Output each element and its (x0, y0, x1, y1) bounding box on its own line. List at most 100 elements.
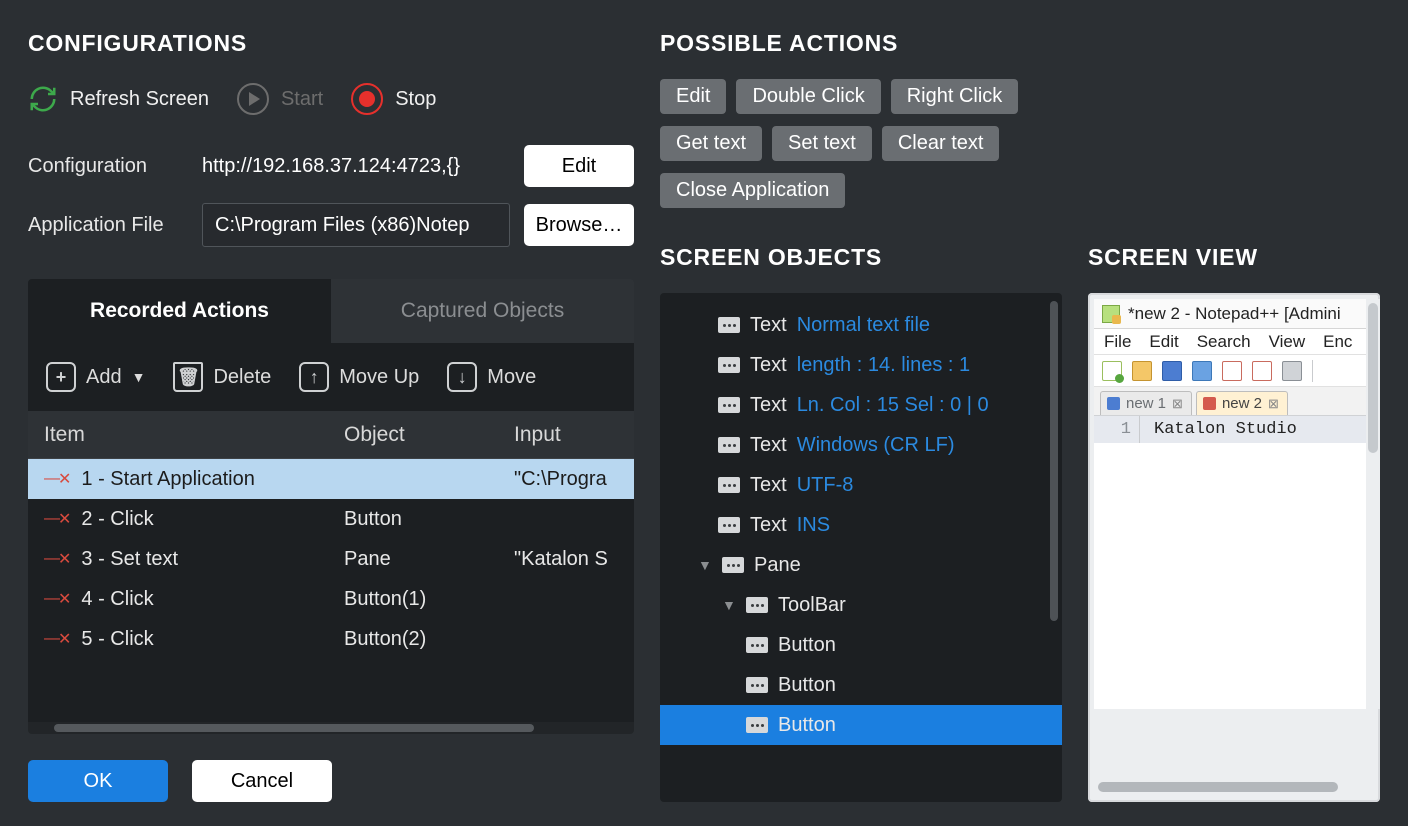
move-down-button[interactable]: ↓ Move (447, 362, 536, 392)
configurations-title: CONFIGURATIONS (28, 30, 634, 57)
screen-view-title: SCREEN VIEW (1088, 244, 1380, 271)
print-icon[interactable] (1282, 361, 1302, 381)
action-chip[interactable]: Edit (660, 79, 726, 114)
element-icon (746, 677, 768, 693)
line-number: 1 (1094, 416, 1140, 443)
element-icon (722, 557, 744, 573)
action-chip[interactable]: Right Click (891, 79, 1019, 114)
tree-node-type: Button (778, 674, 836, 697)
edit-config-button[interactable]: Edit (524, 145, 634, 187)
cancel-button[interactable]: Cancel (192, 760, 332, 802)
possible-actions-title: POSSIBLE ACTIONS (660, 30, 1380, 57)
element-icon (718, 477, 740, 493)
notepad-tab[interactable]: new 1⊠ (1100, 391, 1192, 415)
toolbar-separator (1312, 360, 1313, 382)
tree-node-type: Pane (754, 554, 801, 577)
col-object: Object (344, 423, 514, 447)
notepad-menu-item[interactable]: Edit (1149, 332, 1178, 352)
table-row[interactable]: ✕4 - Click Button(1) (28, 579, 634, 619)
action-chip[interactable]: Close Application (660, 173, 845, 208)
action-chip[interactable]: Clear text (882, 126, 1000, 161)
browse-button[interactable]: Browse… (524, 204, 634, 246)
close-all-icon[interactable] (1252, 361, 1272, 381)
tree-node[interactable]: ▼Pane (660, 545, 1062, 585)
element-icon (746, 597, 768, 613)
tree-node-type: Text (750, 474, 787, 497)
tree-node[interactable]: Text Normal text file (660, 305, 1062, 345)
tree-node[interactable]: ▼ToolBar (660, 585, 1062, 625)
tree-node[interactable]: Button (660, 665, 1062, 705)
save-icon[interactable] (1162, 361, 1182, 381)
row-input: "C:\Progra (514, 468, 618, 491)
tree-node-value: Windows (CR LF) (797, 434, 955, 457)
action-chip[interactable]: Get text (660, 126, 762, 161)
tree-node[interactable]: TextLn. Col : 15 Sel : 0 | 0 (660, 385, 1062, 425)
notepad-menu-item[interactable]: Search (1197, 332, 1251, 352)
close-tab-icon[interactable]: ⊠ (1268, 396, 1279, 412)
screen-objects-title: SCREEN OBJECTS (660, 244, 1062, 271)
tree-node-value: UTF-8 (797, 474, 854, 497)
actions-panel: Recorded Actions Captured Objects + Add … (28, 279, 634, 734)
tree-node[interactable]: TextWindows (CR LF) (660, 425, 1062, 465)
stop-button[interactable]: Stop (351, 83, 436, 115)
action-chip[interactable]: Set text (772, 126, 872, 161)
plus-icon: + (46, 362, 76, 392)
tree-node-value: Normal text file (797, 314, 930, 337)
move-up-button[interactable]: ↑ Move Up (299, 362, 419, 392)
row-item: 3 - Set text (81, 548, 178, 571)
add-button[interactable]: + Add ▼ (46, 362, 145, 392)
ok-button[interactable]: OK (28, 760, 168, 802)
delete-button[interactable]: 🗑 Delete (173, 362, 271, 392)
screenview-vertical-scrollbar[interactable] (1366, 299, 1380, 709)
screen-objects-tree: TextNormal text fileTextlength : 14. lin… (660, 293, 1062, 802)
notepad-menu-item[interactable]: Enc (1323, 332, 1352, 352)
row-object: Pane (344, 548, 514, 571)
close-tab-icon[interactable]: ⊠ (1172, 396, 1183, 412)
notepad-logo-icon (1102, 305, 1120, 323)
notepad-menu-item[interactable]: File (1104, 332, 1131, 352)
tab-captured-objects[interactable]: Captured Objects (331, 279, 634, 343)
tree-node[interactable]: Textlength : 14. lines : 1 (660, 345, 1062, 385)
notepad-editor: 1 Katalon Studio (1094, 415, 1380, 443)
stop-label: Stop (395, 88, 436, 111)
notepad-menubar: File Edit Search View Enc (1094, 329, 1380, 355)
tree-node[interactable]: Text UTF-8 (660, 465, 1062, 505)
tree-node[interactable]: TextINS (660, 505, 1062, 545)
tab-recorded-actions[interactable]: Recorded Actions (28, 279, 331, 343)
row-item: 4 - Click (81, 588, 153, 611)
tree-node-type: Text (750, 314, 787, 337)
notepad-tab-label: new 2 (1222, 395, 1262, 412)
tree-vertical-scrollbar[interactable] (1050, 301, 1060, 794)
play-icon (237, 83, 269, 115)
table-row[interactable]: ✕3 - Set text Pane "Katalon S (28, 539, 634, 579)
col-item: Item (44, 423, 344, 447)
stop-icon (351, 83, 383, 115)
table-row[interactable]: ✕2 - Click Button (28, 499, 634, 539)
refresh-icon (28, 84, 58, 114)
tree-node-type: Button (778, 634, 836, 657)
tree-node[interactable]: Button (660, 625, 1062, 665)
delete-label: Delete (213, 366, 271, 389)
tree-node[interactable]: Button (660, 705, 1062, 745)
row-object: Button(1) (344, 588, 514, 611)
notepad-menu-item[interactable]: View (1269, 332, 1306, 352)
save-all-icon[interactable] (1192, 361, 1212, 381)
element-icon (718, 357, 740, 373)
open-file-icon[interactable] (1132, 361, 1152, 381)
horizontal-scrollbar[interactable] (28, 722, 634, 734)
disk-icon (1203, 397, 1216, 410)
new-file-icon[interactable] (1102, 361, 1122, 381)
tree-node-value: length : 14. lines : 1 (797, 354, 970, 377)
table-row[interactable]: ✕1 - Start Application "C:\Progra (28, 459, 634, 499)
application-file-input[interactable] (202, 203, 510, 247)
notepad-tab[interactable]: new 2 ⊠ (1196, 391, 1288, 415)
refresh-screen-button[interactable]: Refresh Screen (28, 84, 209, 114)
table-row[interactable]: ✕5 - Click Button(2) (28, 619, 634, 659)
notepad-title-text: *new 2 - Notepad++ [Admini (1128, 304, 1341, 324)
config-toolbar: Refresh Screen Start Stop (28, 79, 634, 119)
screenview-horizontal-scrollbar[interactable] (1098, 782, 1362, 794)
record-step-icon: ✕ (44, 629, 71, 649)
row-object: Button (344, 508, 514, 531)
action-chip[interactable]: Double Click (736, 79, 880, 114)
close-file-icon[interactable] (1222, 361, 1242, 381)
